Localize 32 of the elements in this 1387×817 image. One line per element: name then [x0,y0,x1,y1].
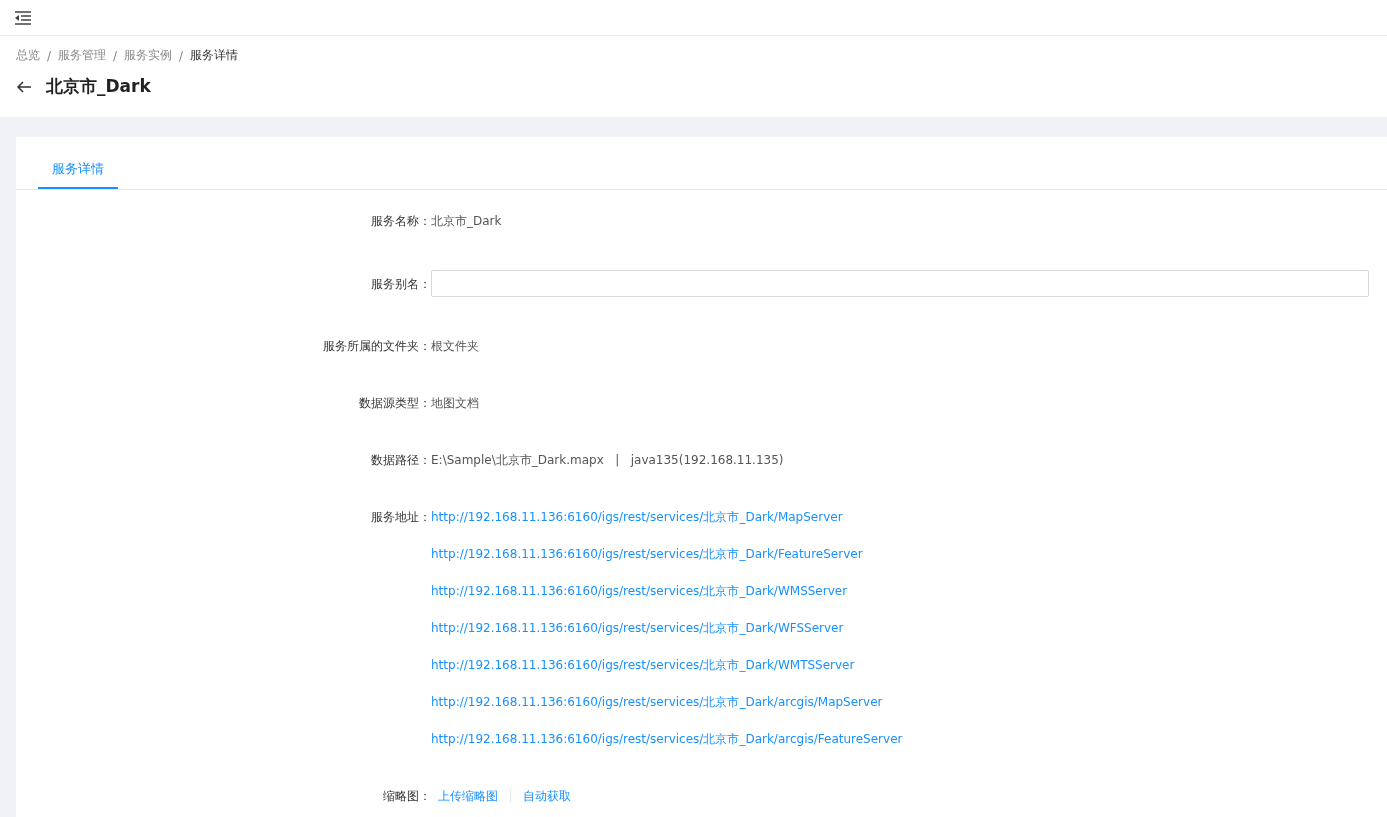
alias-input-field[interactable] [431,270,1369,297]
field-value: 北京市_Dark [431,213,503,229]
field-value: E:\Sample\北京市_Dark.mapx | java135(192.168.11.135) [431,452,785,468]
breadcrumb-item[interactable]: 服务实例 [124,47,173,64]
breadcrumb-separator: / [113,48,118,63]
field-label: 数据路径： [370,452,431,468]
service-url-link[interactable]: http://192.168.11.136:6160/igs/rest/services/北京市_Dark/WMSServer [431,583,848,599]
field-label: 数据源类型： [358,395,431,411]
thumbnail-action-link[interactable]: 上传缩略图 [438,788,498,804]
service-url-link[interactable]: http://192.168.11.136:6160/igs/rest/services/北京市_Dark/WFSServer [431,620,844,636]
thumbnail-action-link[interactable]: 自动获取 [523,788,571,804]
back-arrow-icon[interactable] [16,78,32,95]
field-label: 服务名称： [370,213,431,229]
page-title: 北京市_Dark [46,75,151,98]
field-value: 根文件夹 [431,338,480,354]
service-url-link[interactable]: http://192.168.11.136:6160/igs/rest/services/北京市_Dark/arcgis/MapServer [431,694,883,710]
field-label: 服务别名： [370,275,431,292]
field-label: 服务地址： [370,509,431,525]
service-url-link[interactable]: http://192.168.11.136:6160/igs/rest/services/北京市_Dark/arcgis/FeatureServer [431,731,903,747]
field-label: 缩略图： [382,788,431,804]
breadcrumb-item: 服务详情 [190,47,239,64]
service-url-link[interactable]: http://192.168.11.136:6160/igs/rest/services/北京市_Dark/FeatureServer [431,546,863,562]
field-label: 服务所属的文件夹： [322,338,431,354]
field-value: 地图文档 [431,395,480,411]
breadcrumb-separator: / [47,48,52,63]
tab[interactable]: 服务详情 [38,150,118,189]
breadcrumb-item[interactable]: 服务管理 [58,47,107,64]
breadcrumb-separator: / [179,48,184,63]
breadcrumb-item[interactable]: 总览 [16,47,40,64]
service-url-link[interactable]: http://192.168.11.136:6160/igs/rest/services/北京市_Dark/WMTSServer [431,657,855,673]
menu-icon[interactable] [14,9,32,26]
service-url-link[interactable]: http://192.168.11.136:6160/igs/rest/services/北京市_Dark/MapServer [431,509,843,525]
